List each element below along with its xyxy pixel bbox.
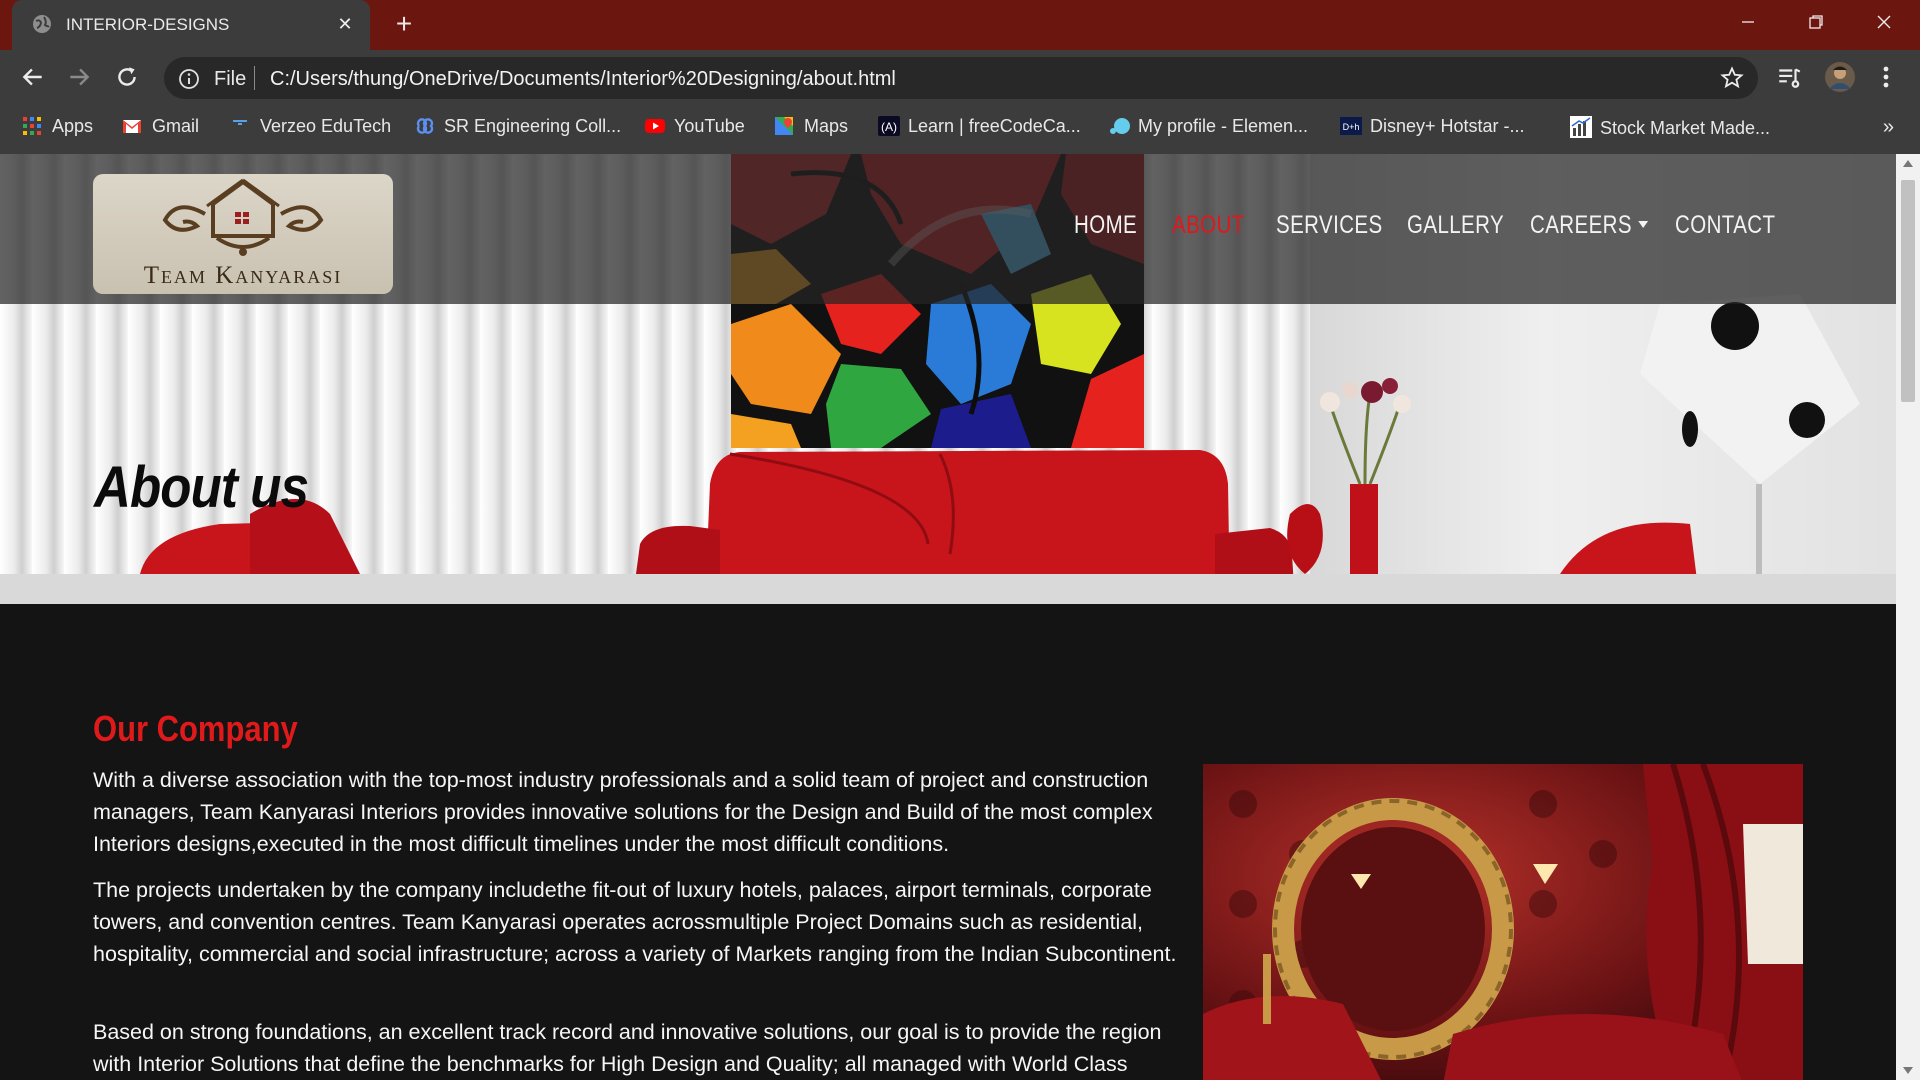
minimize-button[interactable] <box>1714 0 1782 42</box>
bookmark-verzeo[interactable]: Verzeo EduTech <box>230 116 391 142</box>
nav-services[interactable]: SERVICES <box>1276 211 1383 240</box>
bookmark-youtube[interactable]: YouTube <box>644 116 745 142</box>
url-text[interactable]: C:/Users/thung/OneDrive/Documents/Interi… <box>270 68 896 91</box>
verzeo-icon <box>230 116 250 136</box>
url-scheme-label: File <box>214 68 247 90</box>
browser-tab-active[interactable]: INTERIOR-DESIGNS ✕ <box>12 0 370 50</box>
stock-market-icon <box>1570 116 1592 138</box>
nav-careers-label: CAREERS <box>1530 211 1632 239</box>
scroll-down-arrow-icon[interactable] <box>1903 1067 1913 1074</box>
info-icon[interactable] <box>178 68 200 95</box>
bookmark-apps[interactable]: Apps <box>22 116 93 142</box>
company-section: Our Company With a diverse association w… <box>0 604 1896 1080</box>
bookmark-label: YouTube <box>674 116 745 136</box>
close-window-button[interactable] <box>1850 0 1918 42</box>
paragraph: The projects undertaken by the company i… <box>93 878 1177 966</box>
reading-list-icon[interactable] <box>1776 64 1802 95</box>
paragraph: Based on strong foundations, an excellen… <box>93 1020 1162 1076</box>
dropdown-caret-icon <box>1638 221 1649 228</box>
tab-title: INTERIOR-DESIGNS <box>66 15 230 34</box>
bookmark-label: My profile - Elemen... <box>1138 116 1309 136</box>
freecodecamp-icon: (A) <box>878 116 900 136</box>
new-tab-button[interactable]: + <box>390 10 418 39</box>
nav-contact[interactable]: CONTACT <box>1675 211 1775 240</box>
svg-text:D+h: D+h <box>1343 122 1360 132</box>
gmail-icon <box>122 116 142 136</box>
interior-room-image <box>1203 764 1803 1080</box>
globe-icon <box>32 14 52 34</box>
bookmark-freecodecamp[interactable]: (A) Learn | freeCodeCa... <box>878 116 1081 142</box>
site-logo[interactable]: Team Kanyarasi <box>93 174 393 294</box>
hero-banner: About us Team Kanyarasi HOME ABOUT SERVI… <box>0 154 1896 604</box>
close-tab-icon[interactable]: ✕ <box>334 13 356 35</box>
url-separator <box>254 66 255 90</box>
youtube-icon <box>644 116 665 136</box>
site-navbar: Team Kanyarasi HOME ABOUT SERVICES GALLE… <box>0 154 1896 304</box>
bookmark-label: Gmail <box>152 116 200 136</box>
page-scrollbar[interactable] <box>1896 154 1920 1080</box>
browser-toolbar: File C:/Users/thung/OneDrive/Documents/I… <box>0 50 1920 106</box>
bookmark-maps[interactable]: Maps <box>774 116 848 142</box>
bookmark-label: Verzeo EduTech <box>260 116 392 136</box>
restore-button[interactable] <box>1782 0 1850 42</box>
nav-gallery[interactable]: GALLERY <box>1407 211 1504 240</box>
apps-grid-icon <box>22 116 42 136</box>
bookmark-label: Stock Market Made... <box>1600 118 1771 138</box>
back-arrow-icon[interactable] <box>20 64 48 92</box>
logo-text: Team Kanyarasi <box>143 262 343 289</box>
reload-icon[interactable] <box>114 64 142 92</box>
bookmark-elementor[interactable]: My profile - Elemen... <box>1108 116 1308 142</box>
bookmark-label: SR Engineering Coll... <box>444 116 622 136</box>
bookmark-label: Learn | freeCodeCa... <box>908 116 1081 136</box>
bookmarks-overflow-button[interactable]: » <box>1883 116 1894 139</box>
bookmarks-bar: Apps Gmail Verzeo EduTech SR Engineering… <box>0 106 1920 154</box>
address-bar[interactable]: File C:/Users/thung/OneDrive/Documents/I… <box>164 57 1758 99</box>
bookmark-hotstar[interactable]: D+h Disney+ Hotstar -... <box>1340 116 1525 142</box>
scrollbar-thumb[interactable] <box>1901 180 1915 402</box>
paragraph: With a diverse association with the top-… <box>93 768 1153 856</box>
browser-tab-strip: INTERIOR-DESIGNS ✕ + <box>0 0 1920 50</box>
hotstar-icon: D+h <box>1340 116 1362 136</box>
maps-icon <box>774 116 794 136</box>
svg-text:(A): (A) <box>881 120 897 134</box>
nav-careers[interactable]: CAREERS <box>1530 211 1649 240</box>
house-logo-icon <box>162 178 324 256</box>
hero-floor <box>0 574 1896 604</box>
nav-about[interactable]: ABOUT <box>1172 211 1245 240</box>
scroll-up-arrow-icon[interactable] <box>1903 160 1913 167</box>
forward-arrow-icon[interactable] <box>66 64 94 92</box>
bookmark-sr-engineering[interactable]: SR Engineering Coll... <box>414 116 621 142</box>
more-menu-icon[interactable] <box>1878 64 1894 95</box>
bookmark-gmail[interactable]: Gmail <box>122 116 199 142</box>
page-viewport: About us Team Kanyarasi HOME ABOUT SERVI… <box>0 154 1896 1080</box>
elementor-icon <box>1108 116 1130 136</box>
page-title: About us <box>94 455 309 520</box>
bookmark-label: Disney+ Hotstar -... <box>1370 116 1525 136</box>
section-title: Our Company <box>93 708 298 749</box>
bookmark-stock-market[interactable]: Stock Market Made... <box>1570 116 1770 142</box>
bookmark-label: Apps <box>52 116 94 136</box>
sr-engineering-icon <box>414 116 434 136</box>
bookmark-label: Maps <box>804 116 849 136</box>
bookmark-star-icon[interactable] <box>1720 66 1744 95</box>
profile-avatar[interactable] <box>1824 61 1856 98</box>
nav-home[interactable]: HOME <box>1074 211 1137 240</box>
